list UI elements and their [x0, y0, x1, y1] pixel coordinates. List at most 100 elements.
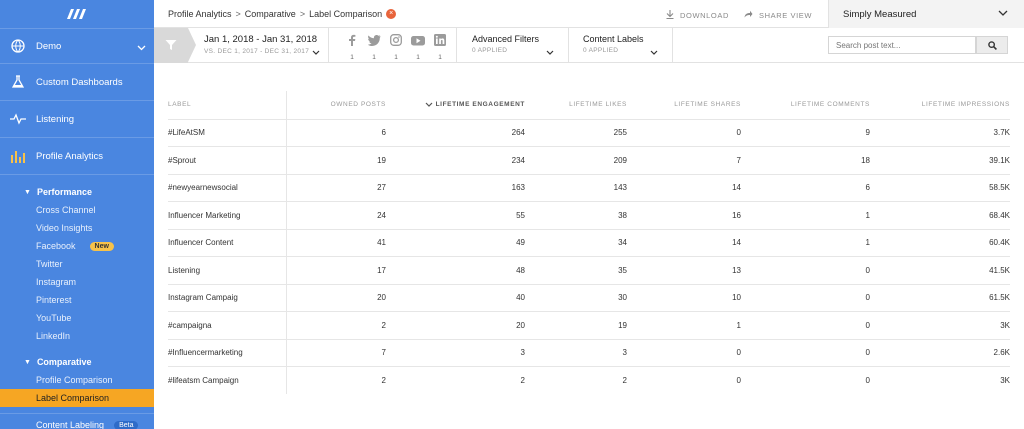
table-row[interactable]: #Sprout 19 234 209 7 18 39.1K: [168, 146, 1010, 174]
cell-label: #Influencermarketing: [168, 338, 287, 367]
sidebar-item-listening[interactable]: Listening: [0, 101, 154, 137]
sidebar-item-custom-dashboards[interactable]: Custom Dashboards: [0, 64, 154, 100]
sidebar-item-twitter[interactable]: Twitter: [0, 255, 154, 273]
share-label: SHARE VIEW: [759, 10, 813, 20]
cell-lifetime-engagement: 234: [386, 146, 525, 174]
table-row[interactable]: #newyearnewsocial 27 163 143 14 6 58.5K: [168, 173, 1010, 202]
caret-down-icon: ▼: [24, 358, 31, 366]
table-row[interactable]: Influencer Content 41 49 34 14 1 60.4K: [168, 228, 1010, 257]
cell-owned-posts: 7: [286, 338, 386, 367]
share-icon: [744, 10, 753, 20]
network-youtube[interactable]: 1: [410, 33, 426, 61]
close-badge-icon[interactable]: ×: [386, 8, 397, 19]
cell-lifetime-impressions: 3K: [870, 366, 1010, 394]
breadcrumb-separator: >: [235, 8, 241, 19]
cell-label: Instagram Campaig: [168, 283, 287, 312]
network-facebook[interactable]: 1: [344, 33, 360, 61]
network-twitter[interactable]: 1: [366, 33, 382, 61]
sidebar-item-label: Label Comparison: [36, 393, 110, 403]
sidebar-item-label-comparison[interactable]: Label Comparison: [0, 389, 154, 407]
table-row[interactable]: Listening 17 48 35 13 0 41.5K: [168, 256, 1010, 284]
cell-lifetime-likes: 35: [525, 256, 627, 284]
network-count: 1: [438, 54, 442, 61]
facebook-icon: [349, 34, 356, 46]
cell-owned-posts: 20: [286, 283, 386, 312]
column-header-lifetime-comments[interactable]: LIFETIME COMMENTS: [741, 91, 870, 119]
table-row[interactable]: #lifeatsm Campaign 2 2 2 0 0 3K: [168, 366, 1010, 394]
sidebar-item-video-insights[interactable]: Video Insights: [0, 219, 154, 237]
filter-toggle[interactable]: [154, 28, 188, 63]
table-row[interactable]: #campaigna 2 20 19 1 0 3K: [168, 311, 1010, 339]
sidebar-item-label: Twitter: [36, 259, 63, 269]
table-row[interactable]: Influencer Marketing 24 55 38 16 1 68.4K: [168, 201, 1010, 229]
column-header-lifetime-impressions[interactable]: LIFETIME IMPRESSIONS: [870, 91, 1010, 119]
column-header-lifetime-likes[interactable]: LIFETIME LIKES: [525, 91, 627, 119]
table-row[interactable]: #LifeAtSM 6 264 255 0 9 3.7K: [168, 118, 1010, 147]
cell-lifetime-shares: 10: [627, 283, 741, 312]
twitter-icon: [367, 35, 380, 46]
sidebar-item-content-labeling[interactable]: Content Labeling Beta: [0, 414, 154, 429]
share-view-button[interactable]: SHARE VIEW: [744, 10, 812, 20]
account-selector[interactable]: Simply Measured: [828, 0, 1024, 28]
cell-lifetime-shares: 1: [627, 311, 741, 339]
search-input[interactable]: [828, 36, 976, 54]
table-row[interactable]: Instagram Campaig 20 40 30 10 0 61.5K: [168, 283, 1010, 312]
sidebar-item-instagram[interactable]: Instagram: [0, 273, 154, 291]
cell-lifetime-comments: 0: [741, 256, 870, 284]
chevron-down-icon[interactable]: [650, 42, 658, 60]
chevron-down-icon[interactable]: [312, 42, 320, 60]
breadcrumb-item[interactable]: Profile Analytics: [168, 9, 232, 19]
content-labels-dropdown[interactable]: Content Labels 0 APPLIED: [583, 34, 644, 54]
download-button[interactable]: DOWNLOAD: [666, 10, 729, 21]
sidebar-item-label: Profile Analytics: [36, 150, 104, 162]
column-header-lifetime-shares[interactable]: LIFETIME SHARES: [627, 91, 741, 119]
bar-chart-icon: [10, 148, 26, 164]
network-instagram[interactable]: 1: [388, 33, 404, 61]
date-range-picker[interactable]: Jan 1, 2018 - Jan 31, 2018 VS. DEC 1, 20…: [204, 34, 317, 55]
filter-toggle-arrow: [188, 28, 196, 62]
search-button[interactable]: [976, 36, 1008, 54]
cell-lifetime-likes: 255: [525, 118, 627, 147]
sidebar-item-linkedin[interactable]: LinkedIn: [0, 327, 154, 345]
table-row[interactable]: #Influencermarketing 7 3 3 0 0 2.6K: [168, 338, 1010, 367]
cell-lifetime-impressions: 60.4K: [870, 228, 1010, 257]
sidebar-item-cross-channel[interactable]: Cross Channel: [0, 201, 154, 219]
download-icon: [666, 10, 674, 21]
section-title: Performance: [36, 187, 92, 197]
sidebar-section-comparative[interactable]: ▼ Comparative: [0, 353, 154, 371]
cell-lifetime-engagement: 3: [386, 338, 525, 367]
column-header-label[interactable]: LABEL: [168, 91, 287, 119]
network-linkedin[interactable]: 1: [432, 33, 448, 61]
advanced-filters-dropdown[interactable]: Advanced Filters 0 APPLIED: [472, 34, 539, 54]
cell-lifetime-impressions: 61.5K: [870, 283, 1010, 312]
sidebar: Demo Custom Dashboards Listening Profile…: [0, 0, 154, 429]
sidebar-item-profile-analytics[interactable]: Profile Analytics: [0, 138, 154, 174]
cell-lifetime-likes: 38: [525, 201, 627, 229]
search-icon: [987, 40, 997, 50]
column-header-lifetime-engagement[interactable]: LIFETIME ENGAGEMENT: [386, 91, 525, 119]
chevron-down-icon[interactable]: [546, 42, 554, 60]
sidebar-item-youtube[interactable]: YouTube: [0, 309, 154, 327]
breadcrumb-item[interactable]: Comparative: [245, 9, 296, 19]
cell-lifetime-shares: 7: [627, 146, 741, 174]
cell-label: #campaigna: [168, 311, 287, 339]
sidebar-section-performance[interactable]: ▼ Performance: [0, 183, 154, 201]
top-bar: Profile Analytics > Comparative > Label …: [154, 0, 1024, 28]
sidebar-item-pinterest[interactable]: Pinterest: [0, 291, 154, 309]
sort-desc-icon: [425, 102, 433, 107]
account-name: Simply Measured: [843, 8, 917, 20]
cell-lifetime-impressions: 3.7K: [870, 118, 1010, 147]
sidebar-item-facebook[interactable]: Facebook New: [0, 237, 154, 255]
cell-label: #LifeAtSM: [168, 118, 287, 147]
cell-label: #Sprout: [168, 146, 287, 174]
cell-lifetime-shares: 16: [627, 201, 741, 229]
column-header-owned-posts[interactable]: OWNED POSTS: [286, 91, 386, 119]
app-logo[interactable]: [0, 0, 154, 28]
sidebar-item-profile-comparison[interactable]: Profile Comparison: [0, 371, 154, 389]
cell-lifetime-comments: 9: [741, 118, 870, 147]
breadcrumb-item-current: Label Comparison: [309, 8, 383, 19]
new-badge: New: [89, 241, 114, 251]
section-title: Comparative: [36, 357, 92, 367]
sidebar-item-label: YouTube: [36, 313, 72, 323]
workspace-selector[interactable]: Demo: [0, 29, 154, 63]
